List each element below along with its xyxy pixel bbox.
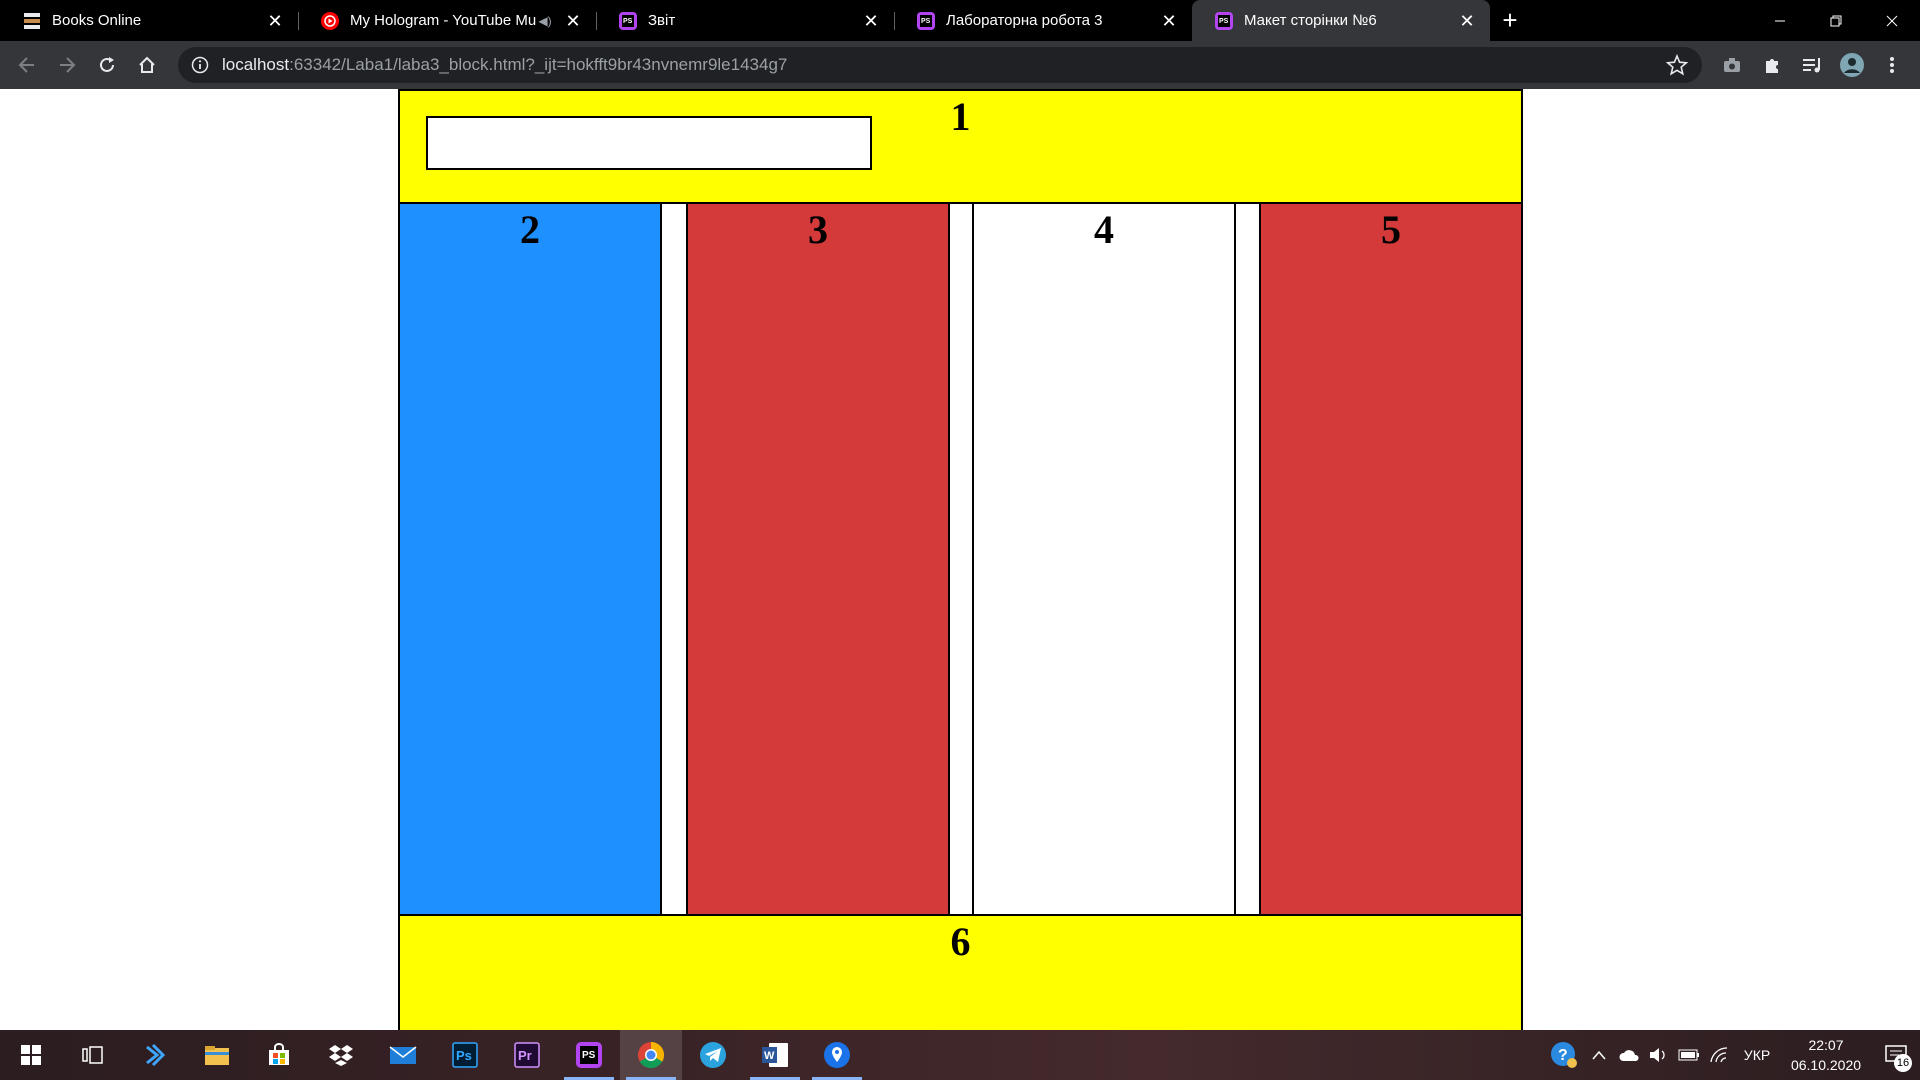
- onedrive-cloud-icon[interactable]: [1614, 1030, 1644, 1080]
- reload-icon[interactable]: [87, 45, 127, 85]
- tab-title: Лабораторна робота 3: [946, 12, 1103, 29]
- visual-studio-code-icon[interactable]: [124, 1030, 186, 1080]
- wifi-icon[interactable]: [1704, 1030, 1734, 1080]
- media-controls-icon[interactable]: [1792, 45, 1832, 85]
- word-icon[interactable]: W: [744, 1030, 806, 1080]
- block-6-footer: 6: [398, 914, 1523, 1030]
- minimize-icon[interactable]: [1752, 0, 1808, 41]
- extensions-area: [1712, 41, 1912, 89]
- window-controls: [1752, 0, 1920, 41]
- close-tab-icon[interactable]: ✕: [564, 12, 582, 30]
- svg-text:PS: PS: [582, 1050, 596, 1061]
- close-tab-icon[interactable]: ✕: [266, 12, 284, 30]
- notification-center-icon[interactable]: 16: [1872, 1030, 1920, 1080]
- home-icon[interactable]: [127, 45, 167, 85]
- speaker-icon[interactable]: ◀): [536, 14, 554, 28]
- tab-maket-storinky[interactable]: PS Макет сторінки №6 ✕: [1192, 0, 1490, 41]
- browser-toolbar: localhost:63342/Laba1/laba3_block.html?_…: [0, 41, 1920, 89]
- maps-icon[interactable]: [806, 1030, 868, 1080]
- profile-avatar[interactable]: [1832, 45, 1872, 85]
- svg-text:Pr: Pr: [518, 1048, 532, 1063]
- close-tab-icon[interactable]: ✕: [862, 12, 880, 30]
- clock-time: 22:07: [1808, 1037, 1844, 1053]
- battery-icon[interactable]: [1674, 1030, 1704, 1080]
- block-6-label: 6: [950, 919, 971, 964]
- forward-arrow-icon[interactable]: [47, 45, 87, 85]
- tab-zvit[interactable]: PS Звіт ✕: [596, 0, 894, 41]
- tab-books-online[interactable]: Books Online ✕: [0, 0, 298, 41]
- photoshop-icon[interactable]: Ps: [434, 1030, 496, 1080]
- tab-youtube-music[interactable]: My Hologram - YouTube Mu ◀) ✕: [298, 0, 596, 41]
- phpstorm-icon: PS: [1214, 11, 1234, 31]
- back-arrow-icon[interactable]: [7, 45, 47, 85]
- books-icon: [22, 11, 42, 31]
- chevron-up-icon[interactable]: [1584, 1030, 1614, 1080]
- tab-title: My Hologram - YouTube Mu: [350, 12, 536, 29]
- mail-icon[interactable]: [372, 1030, 434, 1080]
- task-view-icon[interactable]: [62, 1030, 124, 1080]
- tab-title: Books Online: [52, 12, 142, 29]
- microsoft-store-icon[interactable]: [248, 1030, 310, 1080]
- svg-text:PS: PS: [1219, 18, 1229, 25]
- telegram-icon[interactable]: [682, 1030, 744, 1080]
- extensions-puzzle-icon[interactable]: [1752, 45, 1792, 85]
- windows-start-icon[interactable]: [0, 1030, 62, 1080]
- help-icon[interactable]: ?: [1544, 1030, 1584, 1080]
- dropbox-icon[interactable]: [310, 1030, 372, 1080]
- svg-text:W: W: [764, 1050, 775, 1062]
- clock-date: 06.10.2020: [1790, 1057, 1862, 1073]
- close-tab-icon[interactable]: ✕: [1458, 12, 1476, 30]
- phpstorm-icon: PS: [618, 11, 638, 31]
- taskbar-clock[interactable]: 22:07 06.10.2020: [1780, 1035, 1872, 1075]
- chrome-icon[interactable]: [620, 1030, 682, 1080]
- premiere-pro-icon[interactable]: Pr: [496, 1030, 558, 1080]
- phpstorm-icon[interactable]: PS: [558, 1030, 620, 1080]
- page-layout: 1 2 3 4 5 6: [398, 89, 1523, 1030]
- svg-text:PS: PS: [623, 18, 633, 25]
- browser-tab-strip: Books Online ✕ My Hologram - YouTube Mu …: [0, 0, 1920, 41]
- url-text: localhost:63342/Laba1/laba3_block.html?_…: [222, 55, 788, 74]
- block-4-column: 4: [972, 202, 1236, 916]
- block-1-header: 1: [398, 89, 1523, 204]
- page-viewport: 1 2 3 4 5 6: [0, 89, 1920, 1030]
- input-language-indicator[interactable]: УКР: [1734, 1047, 1780, 1063]
- block-5-column: 5: [1259, 202, 1523, 916]
- block-2-label: 2: [520, 207, 540, 252]
- svg-text:Ps: Ps: [456, 1048, 472, 1063]
- block-1-label: 1: [950, 94, 971, 139]
- new-tab-button[interactable]: +: [1490, 0, 1530, 41]
- address-bar[interactable]: localhost:63342/Laba1/laba3_block.html?_…: [178, 47, 1702, 83]
- block-2-column: 2: [398, 202, 662, 916]
- close-tab-icon[interactable]: ✕: [1160, 12, 1178, 30]
- svg-text:PS: PS: [921, 18, 931, 25]
- block-4-label: 4: [1094, 207, 1114, 252]
- column-gap: [660, 202, 688, 916]
- system-tray: ? УКР 22:07 06.10.2020 16: [1544, 1030, 1920, 1080]
- block-5-label: 5: [1381, 207, 1401, 252]
- volume-icon[interactable]: [1644, 1030, 1674, 1080]
- tab-title: Звіт: [648, 12, 676, 29]
- site-info-icon[interactable]: [190, 55, 210, 75]
- windows-taskbar: Ps Pr PS W ? УКР 22:07 06.10.2020 16: [0, 1030, 1920, 1080]
- tab-title: Макет сторінки №6: [1244, 12, 1377, 29]
- svg-text:?: ?: [1558, 1047, 1568, 1064]
- restore-icon[interactable]: [1808, 0, 1864, 41]
- block-3-label: 3: [808, 207, 828, 252]
- camera-extension-icon[interactable]: [1712, 45, 1752, 85]
- block-3-column: 3: [686, 202, 950, 916]
- close-window-icon[interactable]: [1864, 0, 1920, 41]
- file-explorer-icon[interactable]: [186, 1030, 248, 1080]
- youtube-music-icon: [320, 11, 340, 31]
- notification-count-badge: 16: [1894, 1054, 1912, 1072]
- bookmark-star-icon[interactable]: [1665, 53, 1689, 81]
- phpstorm-icon: PS: [916, 11, 936, 31]
- more-menu-icon[interactable]: [1872, 45, 1912, 85]
- column-gap: [1234, 202, 1261, 916]
- column-gap: [948, 202, 974, 916]
- tab-laboratorna-robota[interactable]: PS Лабораторна робота 3 ✕: [894, 0, 1192, 41]
